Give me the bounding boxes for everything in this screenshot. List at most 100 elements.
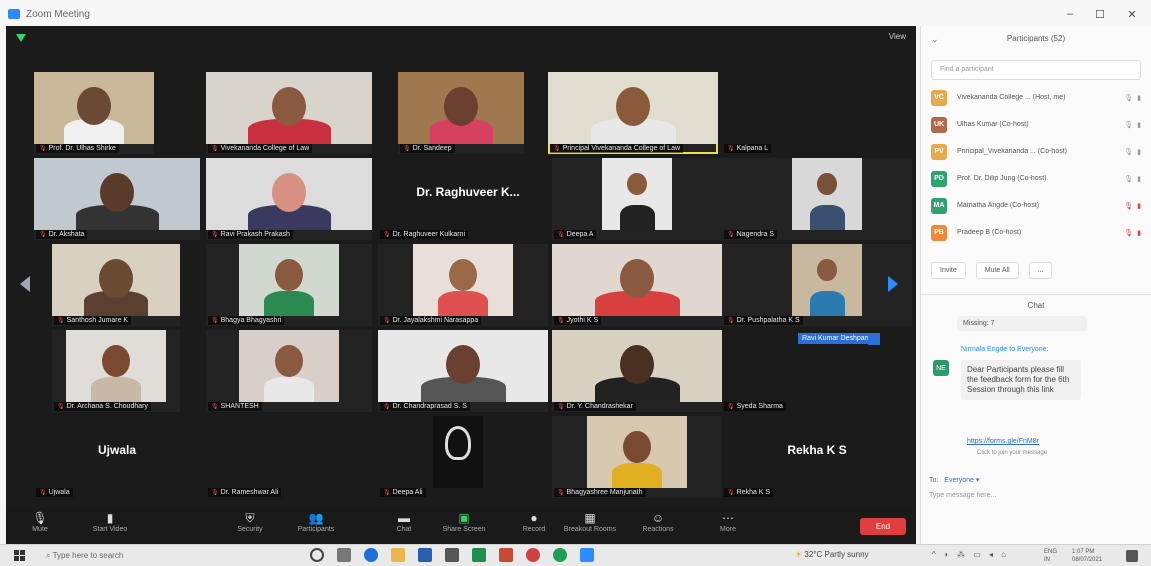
camera-icon[interactable]: ▮: [1137, 94, 1141, 102]
weather-widget[interactable]: ☀ 32°C Partly sunny: [795, 550, 869, 559]
participant-name: SHANTESH: [220, 403, 259, 410]
camera-icon[interactable]: ▮: [1137, 148, 1141, 156]
powerpoint-icon[interactable]: [499, 548, 513, 562]
mic-icon[interactable]: 🎙: [1124, 175, 1133, 183]
participant-row[interactable]: UK Ulhas Kumar (Co-host) 🎙 ▮: [931, 111, 1141, 138]
end-meeting-button[interactable]: End: [860, 518, 906, 535]
participant-tile[interactable]: 🎙 Ujwala: [34, 416, 200, 498]
participant-row[interactable]: VC Vivekananda College ... (Host, me) 🎙 ▮: [931, 84, 1141, 111]
prev-page-arrow-icon[interactable]: [20, 276, 30, 292]
share-screen-button[interactable]: ▣ Share Screen: [436, 510, 492, 533]
participant-name: Dr. Sandeep: [412, 145, 452, 152]
next-page-arrow-icon[interactable]: [888, 276, 898, 292]
badge-options-icon[interactable]: [868, 333, 880, 345]
whatsapp-icon[interactable]: [553, 548, 567, 562]
participant-row[interactable]: PV Principal_Vivekananda ... (Co-host) 🎙 ▮: [931, 138, 1141, 165]
task-view-icon[interactable]: [337, 548, 351, 562]
participant-tile[interactable]: 🎙 Jyothi K S: [552, 244, 722, 326]
muted-mic-icon: 🎙: [383, 232, 391, 238]
chrome-icon[interactable]: [526, 548, 540, 562]
record-button[interactable]: ● Record: [506, 510, 562, 533]
mic-icon[interactable]: 🎙: [1124, 121, 1133, 129]
participant-tile[interactable]: 🎙 Dr. Pushpalatha K S: [722, 244, 912, 326]
taskbar-search-input[interactable]: ⌕ Type here to search: [46, 548, 296, 564]
participant-tile[interactable]: 🎙 Bhagya Bhagyashri: [206, 244, 372, 326]
mic-icon[interactable]: 🎙: [1124, 148, 1133, 156]
muted-mic-icon[interactable]: 🎙: [1124, 202, 1133, 210]
muted-mic-icon: 🎙: [557, 232, 565, 238]
participant-tile[interactable]: 🎙 Deepa Ali: [378, 416, 548, 498]
participant-name-label: 🎙 Dr. Sandeep: [400, 144, 455, 153]
participant-tile[interactable]: 🎙 Dr. Jayalakshmi Narasappa: [378, 244, 548, 326]
participant-tile[interactable]: 🎙 Dr. Raghuveer Kulkarni: [378, 158, 548, 240]
notifications-icon[interactable]: [1126, 550, 1138, 562]
participant-list: VC Vivekananda College ... (Host, me) 🎙 ▮ UK…: [931, 84, 1141, 246]
participants-button[interactable]: 👥 Participants: [288, 510, 344, 533]
close-button[interactable]: ✕: [1112, 0, 1151, 28]
more-options-button[interactable]: ...: [1028, 262, 1053, 279]
participant-tile[interactable]: 🎙 Vivekananda College of Law: [206, 72, 372, 154]
participant-name: Principal Vivekananda College of Law: [562, 145, 681, 152]
view-button[interactable]: View: [889, 32, 906, 41]
cortana-icon[interactable]: [310, 548, 324, 562]
more-button[interactable]: ⋯ More: [700, 510, 756, 533]
participant-tile[interactable]: 🎙 Ravi Prakash Prakash: [206, 158, 372, 240]
mute-all-button[interactable]: Mute All: [975, 262, 1019, 279]
record-icon: ●: [530, 511, 538, 525]
system-tray-icons[interactable]: ^ ◗ ⁂ ▭ ◂ ⌂: [932, 550, 1009, 559]
camera-icon[interactable]: ▮: [1137, 229, 1141, 237]
breakout-rooms-button[interactable]: ▦ Breakout Rooms: [562, 510, 618, 533]
word-icon[interactable]: [418, 548, 432, 562]
participant-name-label: 🎙 Kalpana L: [724, 144, 772, 153]
camera-icon[interactable]: ▮: [1137, 121, 1141, 129]
chat-button[interactable]: ▬ Chat: [376, 510, 432, 533]
mic-icon[interactable]: 🎙: [1124, 94, 1133, 102]
edge-icon[interactable]: [364, 548, 378, 562]
recipient-dropdown[interactable]: Everyone ▾: [944, 477, 979, 484]
participant-tile[interactable]: 🎙 Nagendra S: [722, 158, 912, 240]
participant-tile[interactable]: 🎙 Kalpana L: [722, 72, 912, 154]
mute-button[interactable]: 🎙 Mute: [12, 510, 68, 533]
file-explorer-icon[interactable]: [391, 548, 405, 562]
participant-name-label: 🎙 SHANTESH: [208, 402, 262, 411]
participant-tile[interactable]: 🎙 Deepa A: [552, 158, 722, 240]
encryption-shield-icon[interactable]: [16, 34, 26, 42]
participant-tile[interactable]: 🎙 Dr. Sandeep: [398, 72, 524, 154]
participant-row[interactable]: PB Pradeep B (Co-host) 🎙 ▮: [931, 219, 1141, 246]
windows-start-icon[interactable]: [14, 550, 26, 562]
invite-button[interactable]: Invite: [931, 262, 966, 279]
reactions-button[interactable]: ☺ Reactions: [630, 510, 686, 533]
zoom-taskbar-icon[interactable]: [580, 548, 594, 562]
muted-mic-icon: 🎙: [727, 404, 735, 410]
chat-message-input[interactable]: Type message here...: [929, 492, 1144, 499]
excel-icon[interactable]: [472, 548, 486, 562]
avatar: VC: [931, 89, 947, 106]
camera-icon[interactable]: ▮: [1137, 175, 1141, 183]
participant-tile[interactable]: 🎙 Dr. Akshata: [34, 158, 200, 240]
participant-name-label: 🎙 Nagendra S: [724, 230, 777, 239]
chat-message: Dear Participants please fill the feedba…: [961, 360, 1081, 400]
participant-tile[interactable]: 🎙 Dr. Rameshwar Ali: [206, 416, 372, 498]
participant-row[interactable]: MA Mamatha Angde (Co-host) 🎙 ▮: [931, 192, 1141, 219]
avatar: PD: [931, 170, 947, 187]
participant-video: [378, 330, 548, 402]
store-icon[interactable]: [445, 548, 459, 562]
security-button[interactable]: ⛨ Security: [222, 510, 278, 533]
chat-link[interactable]: https://forms.gle/FnM8r: [967, 438, 1039, 445]
camera-icon[interactable]: ▮: [1137, 202, 1141, 210]
participant-tile[interactable]: 🎙 Santhosh Jumare K: [52, 244, 180, 326]
muted-mic-icon[interactable]: 🎙: [1124, 229, 1133, 237]
participant-tile[interactable]: 🎙 SHANTESH: [206, 330, 372, 412]
participant-tile[interactable]: 🎙 Prof. Dr. Ulhas Shirke: [34, 72, 154, 154]
clock[interactable]: 1:07 PM 08/07/2021: [1072, 548, 1102, 564]
participant-tile[interactable]: 🎙 Principal Vivekananda College of Law: [548, 72, 718, 154]
language-indicator[interactable]: ENG IN: [1044, 548, 1057, 564]
participant-tile[interactable]: 🎙 Dr. Archana S. Choudhary: [52, 330, 180, 412]
participant-tile[interactable]: 🎙 Dr. Chandraprasad S. S: [378, 330, 548, 412]
participant-tile[interactable]: 🎙 Bhagyashree Manjunath: [552, 416, 722, 498]
participant-tile[interactable]: 🎙 Rekha K S: [722, 416, 912, 498]
start-video-button[interactable]: ▮ Start Video: [82, 510, 138, 533]
participant-search-input[interactable]: Find a participant: [931, 60, 1141, 80]
participant-row[interactable]: PD Prof. Dr. Dilip Jung (Co-host) 🎙 ▮: [931, 165, 1141, 192]
participant-tile[interactable]: 🎙 Dr. Y. Chandrashekar: [552, 330, 722, 412]
